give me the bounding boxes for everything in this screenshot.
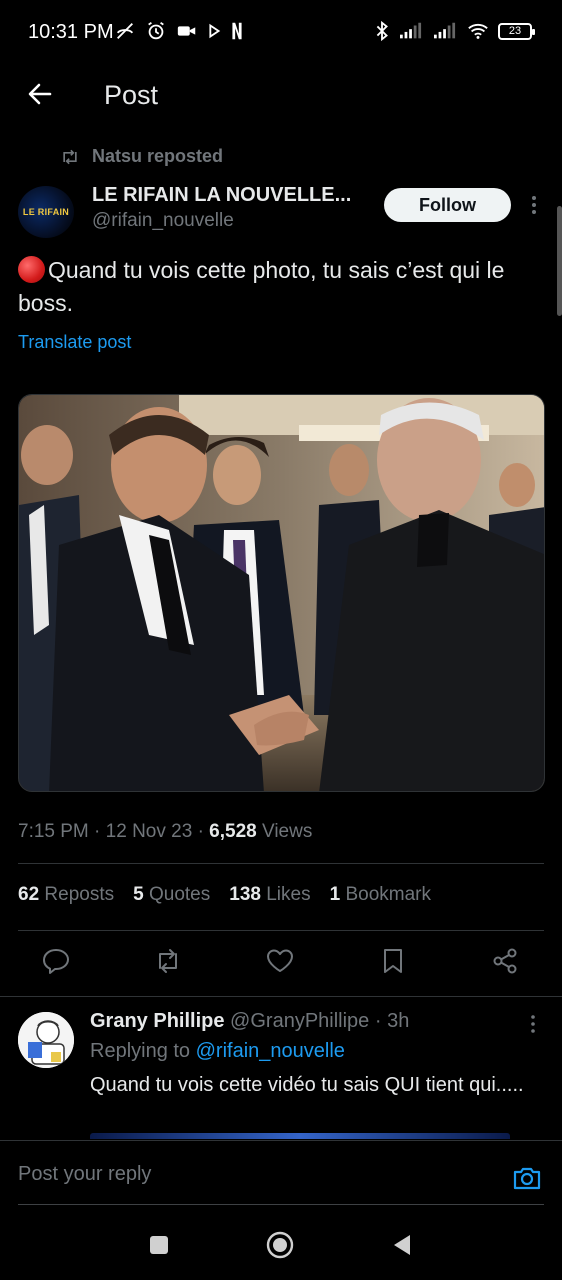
post-meta: 7:15 PM · 12 Nov 23 · 6,528 Views	[18, 821, 312, 843]
reply-handle[interactable]: @GranyPhillipe	[230, 1010, 369, 1032]
meta-separator: ·	[94, 821, 106, 842]
reply-composer	[0, 1140, 562, 1206]
likes-label: Likes	[266, 884, 311, 905]
bookmark-icon[interactable]	[378, 946, 408, 976]
cartoon-avatar-image	[18, 1012, 74, 1068]
quotes-stat[interactable]: 5 Quotes	[133, 884, 210, 906]
post-date: 12 Nov 23	[105, 821, 193, 842]
reply-media-preview[interactable]	[90, 1133, 510, 1139]
quotes-count: 5	[133, 884, 144, 905]
more-options-icon[interactable]	[528, 1014, 538, 1034]
likes-stat[interactable]: 138 Likes	[229, 884, 310, 906]
arrow-left-icon[interactable]	[24, 78, 56, 110]
status-left-icons	[114, 20, 244, 42]
reply-text: Quand tu vois cette vidéo tu sais QUI ti…	[90, 1074, 524, 1096]
reposts-count: 62	[18, 884, 40, 905]
camera-icon[interactable]	[512, 1163, 542, 1193]
repost-icon	[63, 149, 77, 164]
reply-age: 3h	[387, 1010, 410, 1032]
netflix-icon	[232, 22, 242, 40]
reply-separator: ·	[374, 1010, 382, 1032]
divider	[18, 863, 544, 864]
system-nav-bar	[0, 1206, 562, 1280]
avatar-logo-text: LE RIFAIN	[22, 207, 70, 217]
post-text: Quand tu vois cette photo, tu sais c’est…	[18, 254, 538, 320]
reply-avatar[interactable]	[18, 1012, 74, 1068]
reply-item[interactable]: Grany Phillipe @GranyPhillipe · 3h Reply…	[0, 998, 562, 1138]
play-store-icon	[209, 23, 221, 39]
views-label[interactable]: Views	[262, 821, 312, 842]
author-avatar[interactable]: LE RIFAIN	[18, 186, 74, 238]
status-right-icons: 23	[374, 20, 535, 42]
reply-header: Grany Phillipe @GranyPhillipe · 3h	[90, 1010, 409, 1033]
likes-count: 138	[229, 884, 261, 905]
wifi-icon	[468, 23, 488, 39]
divider	[18, 930, 544, 931]
views-count: 6,528	[209, 821, 257, 842]
reply-icon[interactable]	[41, 946, 71, 976]
post-body: Quand tu vois cette photo, tu sais c’est…	[18, 257, 505, 316]
repost-icon[interactable]	[153, 946, 183, 976]
app-header: Post	[0, 66, 562, 126]
meta-separator: ·	[197, 821, 210, 842]
signal-icon	[400, 22, 422, 39]
replying-handle[interactable]: @rifain_nouvelle	[196, 1040, 345, 1062]
bookmarks-stat[interactable]: 1 Bookmark	[330, 884, 431, 906]
status-bar: 10:31 PM 23	[0, 0, 562, 66]
bookmarks-count: 1	[329, 884, 341, 905]
quotes-label: Quotes	[148, 884, 211, 905]
wifi-off-calling-icon	[116, 23, 134, 39]
follow-button[interactable]: Follow	[384, 188, 511, 222]
replying-prefix: Replying to	[90, 1040, 191, 1062]
status-time: 10:31 PM	[28, 21, 114, 43]
author-handle[interactable]: @rifain_nouvelle	[92, 210, 234, 232]
video-icon	[177, 26, 196, 36]
repost-label: Natsu reposted	[92, 146, 224, 166]
recents-square-icon[interactable]	[144, 1230, 174, 1260]
back-triangle-icon[interactable]	[388, 1230, 418, 1260]
home-circle-icon[interactable]	[265, 1230, 295, 1260]
reposts-stat[interactable]: 62 Reposts	[18, 884, 114, 906]
reposts-label: Reposts	[44, 884, 115, 905]
page-title: Post	[104, 80, 159, 110]
handshake-photo	[19, 395, 544, 791]
divider	[18, 1204, 544, 1205]
reply-display-name[interactable]: Grany Phillipe	[90, 1010, 224, 1032]
author-display-name[interactable]: LE RIFAIN LA NOUVELLE...	[92, 184, 351, 207]
translate-post-link[interactable]: Translate post	[18, 332, 131, 353]
red-circle-emoji-icon	[18, 256, 45, 283]
more-options-icon[interactable]	[528, 194, 540, 216]
share-icon[interactable]	[490, 946, 520, 976]
signal-icon	[434, 22, 456, 39]
post-stats: 62 Reposts 5 Quotes 138 Likes 1 Bookmark	[18, 884, 431, 906]
post-actions	[0, 946, 562, 982]
repost-indicator[interactable]: Natsu reposted	[60, 146, 223, 167]
reply-input[interactable]	[18, 1163, 488, 1186]
scrollbar[interactable]	[557, 206, 562, 316]
battery-icon: 23	[498, 22, 535, 40]
post-time: 7:15 PM	[18, 821, 89, 842]
replying-to: Replying to @rifain_nouvelle	[90, 1040, 345, 1063]
post-author-row: LE RIFAIN LE RIFAIN LA NOUVELLE... @rifa…	[18, 180, 544, 242]
alarm-icon	[148, 21, 164, 40]
divider	[0, 996, 562, 997]
post-photo[interactable]	[18, 394, 545, 792]
bluetooth-icon	[376, 20, 388, 42]
bookmarks-label: Bookmark	[345, 884, 431, 905]
like-icon[interactable]	[265, 946, 295, 976]
